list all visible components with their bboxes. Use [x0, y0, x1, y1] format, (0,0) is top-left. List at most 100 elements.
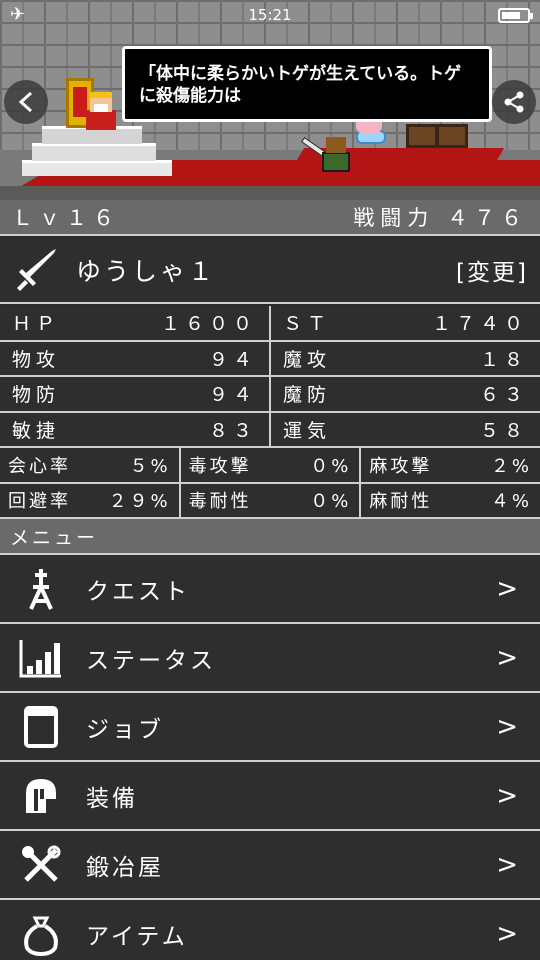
battle-scene: 「体中に柔らかいトゲが生えている。トゲに殺傷能力は [0, 0, 540, 200]
stat-magic-defense: 魔防 ６３ [269, 377, 540, 411]
stat-physical-defense: 物防 ９４ [0, 377, 269, 411]
stat-label: 会心率 [8, 455, 71, 477]
stats-row: 会心率 ５% 毒攻撃 ０% 麻攻撃 ２% [0, 448, 540, 484]
stat-physical-attack: 物攻 ９４ [0, 342, 269, 376]
menu-item-label: 鍛冶屋 [86, 854, 164, 881]
floor-edge [0, 186, 540, 200]
stat-value: ０% [310, 455, 352, 477]
stat-value: ９４ [208, 384, 257, 407]
stats-table: ＨＰ １６００ ＳＴ １７４０ 物攻 ９４ 魔攻 １８ 物防 ９４ 魔防 ６３ 敏捷 ８３ 運… [0, 306, 540, 519]
stat-label: 魔防 [283, 384, 332, 407]
stat-value: ６３ [479, 384, 528, 407]
menu-item-label: ステータス [86, 647, 216, 674]
king-sprite [86, 110, 116, 130]
menu-item-job[interactable]: ジョブ > [0, 691, 540, 760]
stat-value: ２% [490, 455, 533, 477]
combat-power-label: 戦闘力 [353, 206, 435, 230]
menu-item-status[interactable]: ステータス > [0, 622, 540, 691]
stat-label: 運気 [283, 419, 332, 442]
change-character-button[interactable]: [変更] [456, 253, 528, 287]
stat-value: ５% [129, 455, 171, 477]
stat-poison-attack: 毒攻撃 ０% [178, 448, 360, 482]
stat-label: 毒攻撃 [188, 455, 252, 477]
level-bar: Ｌｖ１６ 戦闘力 ４７６ [0, 200, 540, 236]
treasure-chest [406, 124, 468, 148]
king-beard [94, 104, 108, 112]
status-bar: ✈ 15:21 [0, 0, 540, 30]
stat-label: 魔攻 [283, 348, 332, 371]
menu-item-blacksmith[interactable]: 鍛冶屋 > [0, 829, 540, 898]
airplane-mode-icon: ✈ [10, 4, 26, 25]
combat-power-value: ４７６ [447, 206, 528, 230]
hero-sprite [322, 152, 350, 172]
main-menu: クエスト > ステータス > ジョブ > 装備 > 鍛冶屋 > アイテム > [0, 553, 540, 960]
menu-item-label: クエスト [86, 578, 190, 605]
stat-value: ４% [490, 491, 533, 513]
helmet-icon [18, 773, 64, 819]
level-value: Ｌｖ１６ [12, 206, 120, 230]
stat-paralysis-attack: 麻攻撃 ２% [359, 448, 540, 482]
stat-label: ＳＴ [283, 313, 332, 336]
stat-value: １８ [479, 348, 528, 371]
menu-item-label: 装備 [86, 785, 138, 812]
chevron-left-icon [18, 91, 33, 113]
character-row[interactable]: ゆうしゃ１ [変更] [0, 238, 540, 304]
battery-icon [498, 8, 533, 23]
stat-label: 物防 [12, 384, 61, 407]
stat-value: ９４ [208, 348, 257, 371]
chevron-right-icon: > [496, 573, 518, 604]
chevron-right-icon: > [496, 918, 518, 949]
menu-item-label: アイテム [86, 923, 188, 950]
stat-hp: ＨＰ １６００ [0, 306, 269, 340]
stat-label: ＨＰ [12, 313, 61, 336]
character-name: ゆうしゃ１ [76, 257, 217, 286]
bag-icon [18, 911, 64, 957]
stats-row: 物防 ９４ 魔防 ６３ [0, 377, 540, 413]
back-button[interactable] [4, 80, 48, 124]
stat-st: ＳＴ １７４０ [269, 306, 540, 340]
stat-magic-attack: 魔攻 １８ [269, 341, 540, 375]
chevron-right-icon: > [496, 849, 518, 880]
stat-label: 敏捷 [12, 419, 61, 442]
stat-label: 物攻 [12, 348, 61, 371]
menu-item-label: ジョブ [86, 716, 164, 743]
stat-value: １６００ [160, 313, 257, 336]
dais-step [32, 143, 156, 161]
menu-item-equipment[interactable]: 装備 > [0, 760, 540, 829]
stat-value: ５８ [479, 419, 528, 442]
stat-label: 毒耐性 [188, 491, 252, 513]
stats-row: 回避率 ２９% 毒耐性 ０% 麻耐性 ４% [0, 483, 540, 519]
chevron-right-icon: > [496, 642, 518, 673]
speech-bubble: 「体中に柔らかいトゲが生えている。トゲに殺傷能力は [122, 46, 492, 122]
stat-value: ２９% [108, 491, 171, 513]
hero-head [326, 137, 346, 153]
menu-header: メニュー [0, 519, 540, 553]
bar-chart-icon [18, 635, 64, 681]
combat-power: 戦闘力 ４７６ [353, 202, 528, 232]
chevron-right-icon: > [496, 711, 518, 742]
menu-item-items[interactable]: アイテム > [0, 898, 540, 960]
stat-evasion-rate: 回避率 ２９% [0, 484, 179, 518]
tools-icon [18, 842, 64, 888]
stats-row: 敏捷 ８３ 運気 ５８ [0, 412, 540, 448]
status-time: 15:21 [248, 6, 292, 24]
stat-label: 麻攻撃 [369, 455, 433, 477]
chevron-right-icon: > [496, 780, 518, 811]
stat-luck: 運気 ５８ [269, 412, 540, 446]
menu-item-quest[interactable]: クエスト > [0, 553, 540, 622]
book-icon [18, 704, 64, 750]
stat-critical-rate: 会心率 ５% [0, 448, 179, 482]
stat-value: ８３ [208, 419, 257, 442]
stats-row: 物攻 ９４ 魔攻 １８ [0, 341, 540, 377]
stats-row: ＨＰ １６００ ＳＴ １７４０ [0, 306, 540, 342]
tower-icon [18, 566, 64, 612]
stat-poison-resist: 毒耐性 ０% [178, 483, 360, 517]
stat-value: ０% [310, 491, 352, 513]
share-button[interactable] [492, 80, 536, 124]
stat-value: １７４０ [431, 313, 528, 336]
sword-icon [17, 249, 56, 291]
share-icon [504, 91, 524, 113]
dais-step [22, 160, 172, 176]
stat-agility: 敏捷 ８３ [0, 413, 269, 447]
stat-label: 麻耐性 [369, 491, 433, 513]
